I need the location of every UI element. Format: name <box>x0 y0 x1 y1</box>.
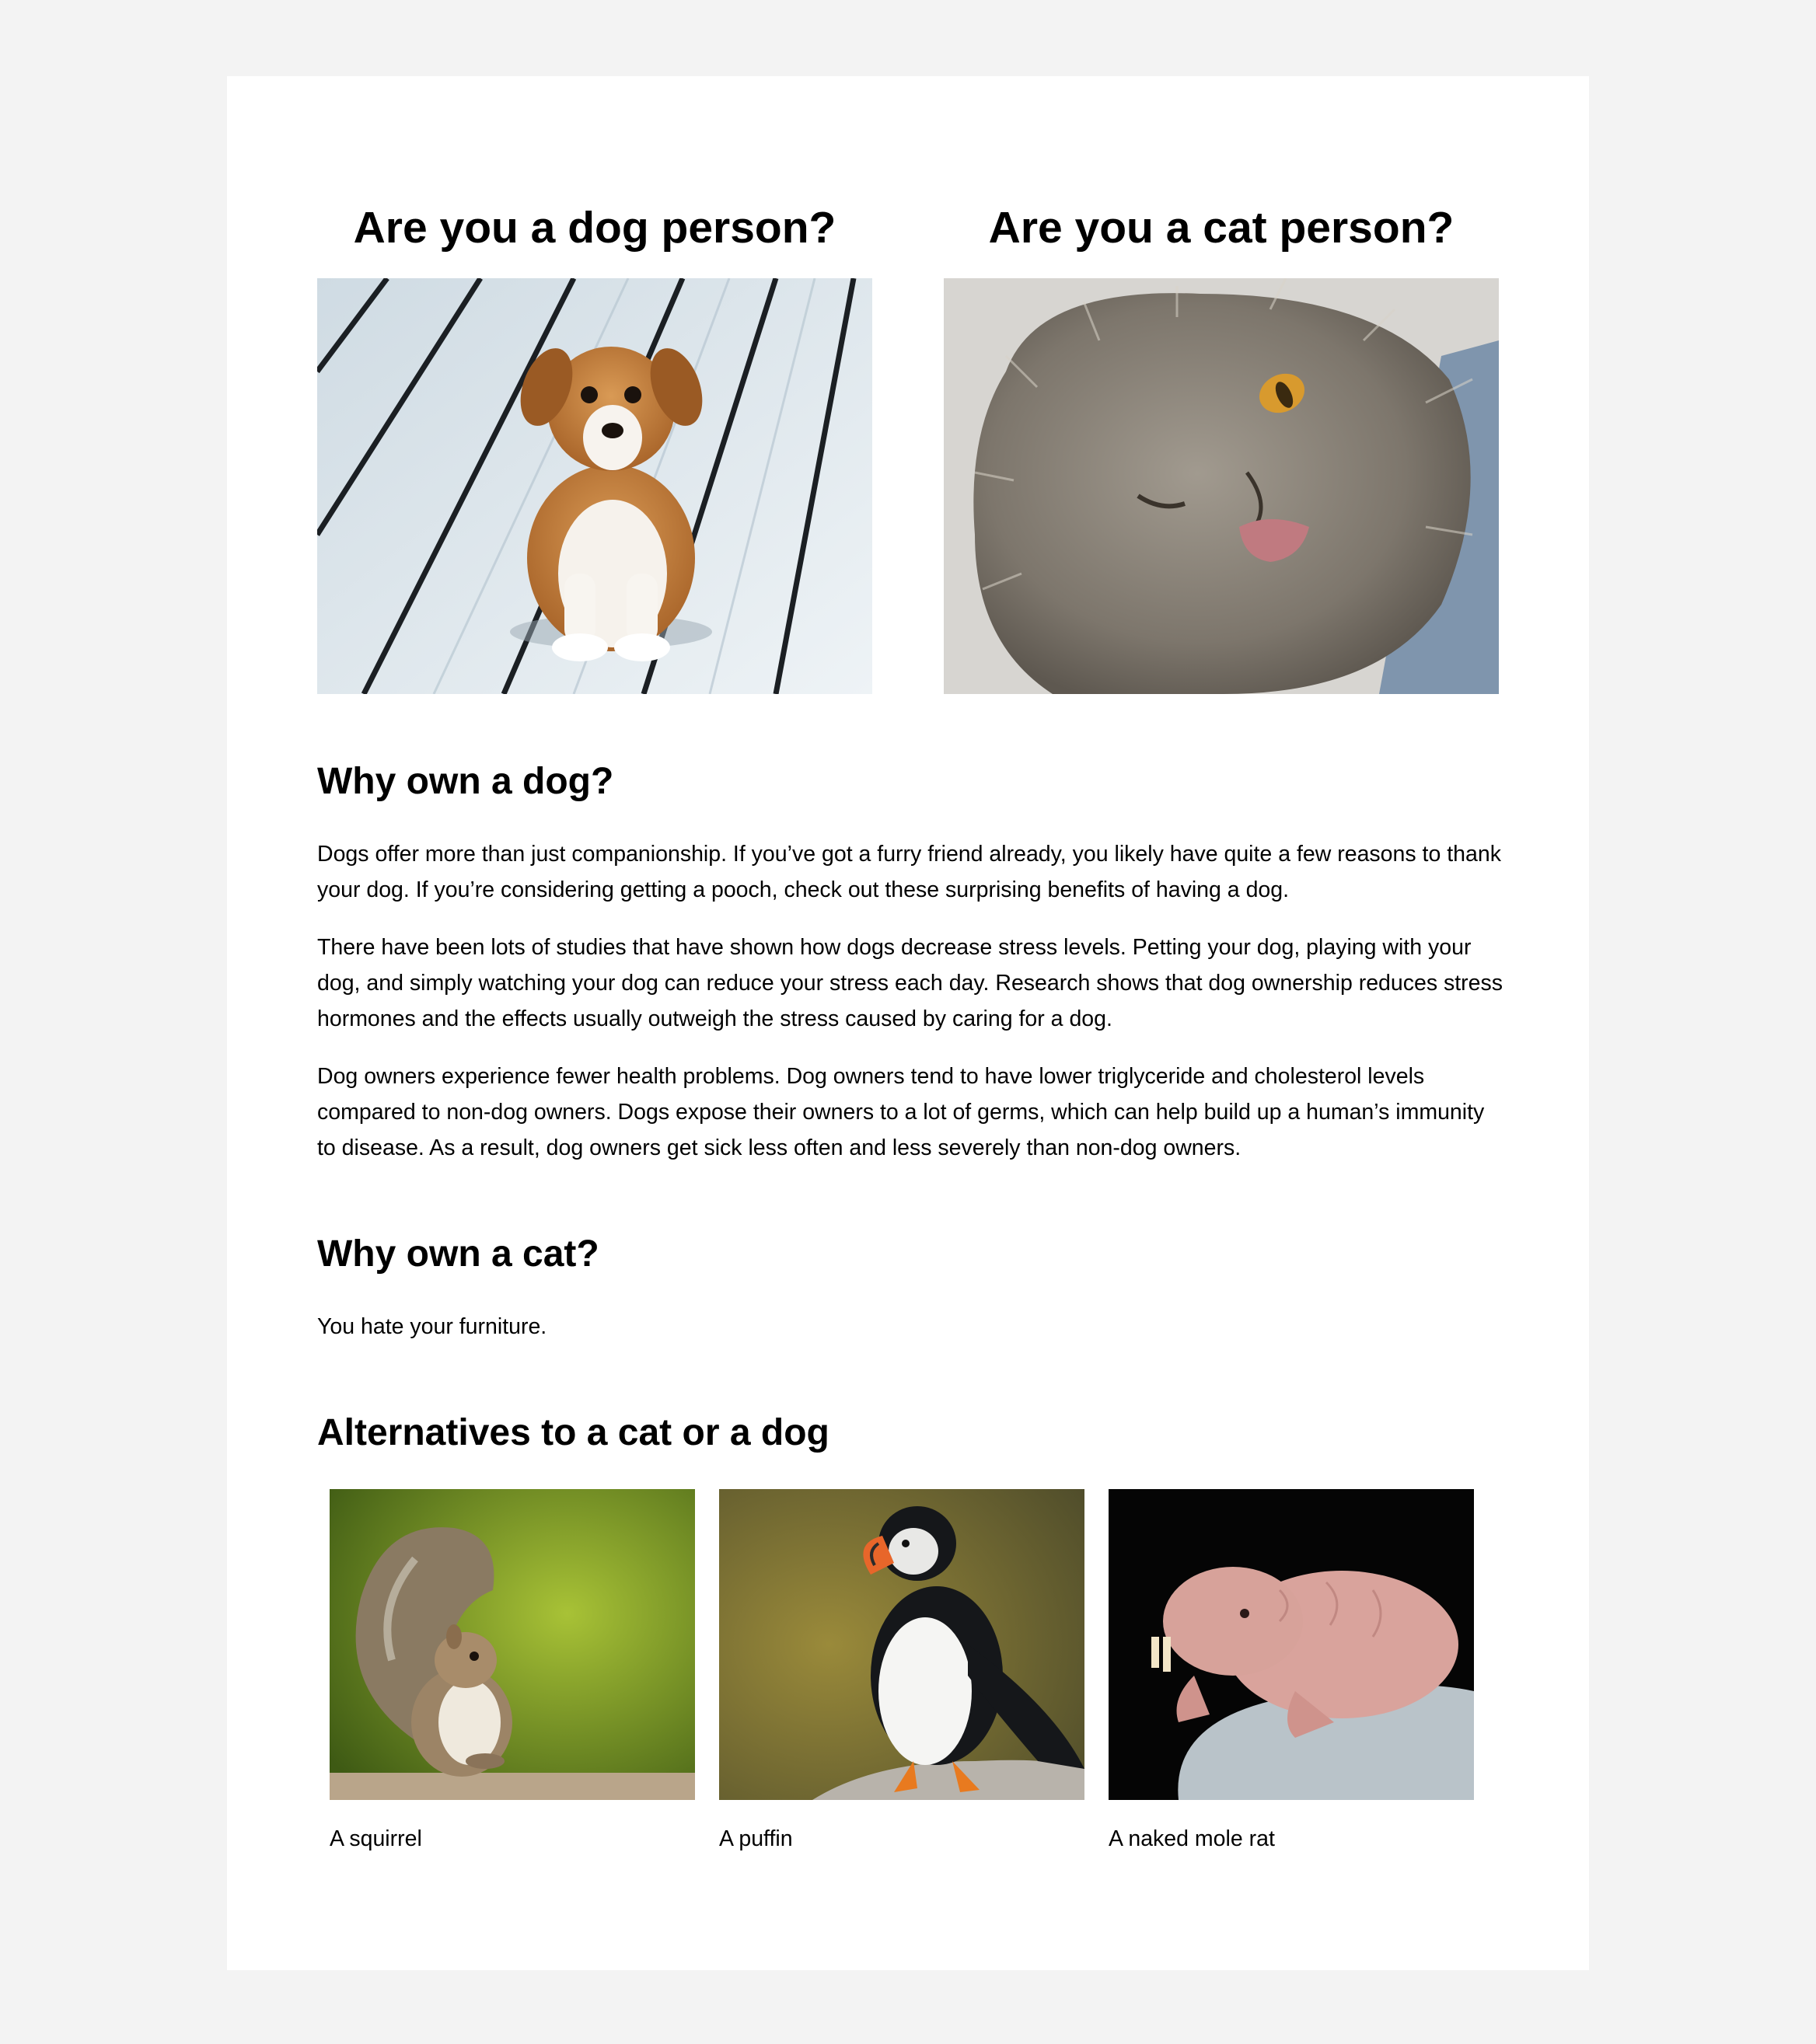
cat-image <box>944 278 1499 694</box>
dog-paragraph-2: There have been lots of studies that hav… <box>317 935 1503 1031</box>
dog-paragraph-1: Dogs offer more than just companionship.… <box>317 842 1501 902</box>
alternatives-title: Alternatives to a cat or a dog <box>317 1412 829 1453</box>
dog-photo <box>317 278 872 694</box>
alternative-card-squirrel: A squirrel <box>330 1489 695 1854</box>
dog-column: Are you a dog person? <box>317 193 872 694</box>
page-card: Are you a dog person? Are you a cat pers… <box>227 76 1589 1970</box>
dog-paragraph-3: Dog owners experience fewer health probl… <box>317 1064 1485 1160</box>
cat-column: Are you a cat person? <box>944 193 1499 694</box>
mole-rat-image <box>1109 1489 1474 1800</box>
cat-photo <box>944 278 1499 694</box>
cat-paragraph: You hate your furniture. <box>317 1314 547 1339</box>
dog-person-title: Are you a dog person? <box>353 203 836 253</box>
hero-comparison: Are you a dog person? Are you a cat pers… <box>317 193 1499 772</box>
alternative-card-naked-mole-rat: A naked mole rat <box>1109 1489 1474 1854</box>
cat-person-title: Are you a cat person? <box>988 203 1455 253</box>
mole-rat-photo <box>1109 1489 1474 1800</box>
squirrel-caption: A squirrel <box>330 1826 422 1851</box>
alternative-card-puffin: A puffin <box>719 1489 1084 1854</box>
puffin-image <box>719 1489 1084 1800</box>
cat-section-title: Why own a cat? <box>317 1233 599 1275</box>
squirrel-photo <box>330 1489 695 1800</box>
dog-section-title: Why own a dog? <box>317 761 614 802</box>
squirrel-image <box>330 1489 695 1800</box>
mole-rat-caption: A naked mole rat <box>1109 1826 1275 1851</box>
puffin-caption: A puffin <box>719 1826 793 1851</box>
puppy-image <box>317 278 872 694</box>
puffin-photo <box>719 1489 1084 1800</box>
